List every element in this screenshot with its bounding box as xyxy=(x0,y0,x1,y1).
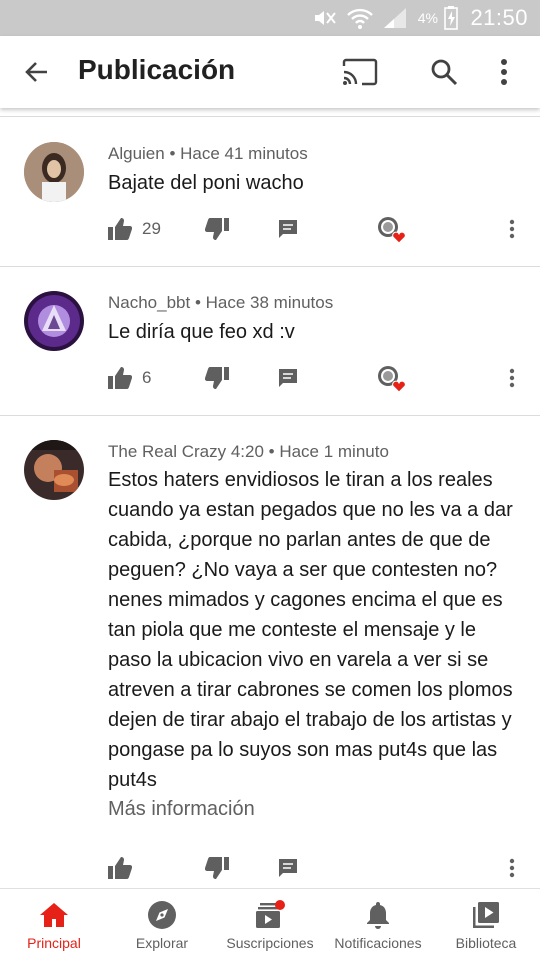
comment-icon xyxy=(279,220,297,238)
clock: 21:50 xyxy=(470,5,528,30)
nav-label: Biblioteca xyxy=(455,935,517,951)
comment-author[interactable]: Alguien xyxy=(108,144,165,163)
comment-time: Hace 1 minuto xyxy=(279,442,389,461)
avatar[interactable] xyxy=(24,291,84,351)
comment-icon xyxy=(279,369,297,387)
comment-icon xyxy=(279,859,297,877)
nav-label: Suscripciones xyxy=(226,935,314,951)
like-button[interactable] xyxy=(108,848,132,888)
creator-heart-icon xyxy=(376,358,408,398)
status-bar: 4% 21:50 xyxy=(0,0,540,36)
reply-button[interactable] xyxy=(277,848,299,888)
comment-actions: 29 xyxy=(0,209,540,249)
cast-icon[interactable] xyxy=(338,50,382,94)
compass-icon xyxy=(146,899,178,931)
separator: • xyxy=(190,293,206,312)
nav-label: Explorar xyxy=(135,935,189,951)
page-title: Publicación xyxy=(78,54,236,85)
nav-label: Principal xyxy=(27,935,81,951)
nav-label: Notificaciones xyxy=(334,935,422,951)
like-count: 6 xyxy=(142,368,152,387)
nav-item-explorar[interactable]: Explorar xyxy=(108,889,216,960)
bell-icon xyxy=(362,899,394,931)
back-arrow-icon[interactable] xyxy=(14,50,58,94)
like-button[interactable]: 6 xyxy=(108,358,151,398)
battery-percent: 4% xyxy=(417,10,438,26)
nav-item-biblioteca[interactable]: Biblioteca xyxy=(432,889,540,960)
library-icon xyxy=(470,899,502,931)
app-bar: Publicación xyxy=(0,36,540,108)
more-vert-icon[interactable] xyxy=(509,358,515,398)
comment-author[interactable]: Nacho_bbt xyxy=(108,293,190,312)
nav-item-principal[interactable]: Principal xyxy=(0,889,108,960)
comment-item: The Real Crazy 4:20 • Hace 1 minuto Esto… xyxy=(0,416,540,888)
creator-heart-icon xyxy=(376,209,408,249)
search-icon[interactable] xyxy=(422,50,466,94)
dislike-button[interactable] xyxy=(205,358,229,398)
more-vert-icon[interactable] xyxy=(509,848,515,888)
reply-button[interactable] xyxy=(277,358,299,398)
dislike-button[interactable] xyxy=(205,848,229,888)
more-vert-icon[interactable] xyxy=(482,50,526,94)
like-count: 29 xyxy=(142,219,161,238)
thumb-up-icon xyxy=(108,857,132,879)
comment-text: Le diría que feo xd :v xyxy=(108,321,295,343)
more-vert-icon[interactable] xyxy=(509,209,515,249)
comment-text: Estos haters envidiosos le tiran a los r… xyxy=(108,469,513,791)
separator: • xyxy=(263,442,280,461)
read-more-link[interactable]: Más información xyxy=(108,798,255,821)
bottom-navigation: Principal Explorar Suscripciones Notific… xyxy=(0,888,540,960)
battery-charging-icon xyxy=(444,0,458,36)
comment-time: Hace 41 minutos xyxy=(180,144,308,163)
comment-text: Bajate del poni wacho xyxy=(108,172,304,194)
separator: • xyxy=(164,144,181,163)
comment-item: Alguien • Hace 41 minutos Bajate del pon… xyxy=(0,117,540,267)
avatar[interactable] xyxy=(24,142,84,202)
like-button[interactable]: 29 xyxy=(108,209,161,249)
dislike-button[interactable] xyxy=(205,209,229,249)
thumb-down-icon xyxy=(205,857,229,879)
wifi-icon xyxy=(346,0,374,36)
thumb-up-icon xyxy=(108,218,132,240)
comment-actions xyxy=(0,848,540,888)
thumb-up-icon xyxy=(108,367,132,389)
signal-icon xyxy=(382,0,408,36)
subscriptions-icon xyxy=(254,899,286,931)
comment-author[interactable]: The Real Crazy 4:20 xyxy=(108,442,264,461)
comment-item: Nacho_bbt • Hace 38 minutos Le diría que… xyxy=(0,267,540,416)
mute-icon xyxy=(312,0,338,36)
thumb-down-icon xyxy=(205,218,229,240)
nav-item-notificaciones[interactable]: Notificaciones xyxy=(324,889,432,960)
avatar[interactable] xyxy=(24,440,84,500)
reply-button[interactable] xyxy=(277,209,299,249)
home-icon xyxy=(38,899,70,931)
comment-time: Hace 38 minutos xyxy=(205,293,334,312)
comment-actions: 6 xyxy=(0,358,540,398)
nav-item-suscripciones[interactable]: Suscripciones xyxy=(216,889,324,960)
thumb-down-icon xyxy=(205,367,229,389)
